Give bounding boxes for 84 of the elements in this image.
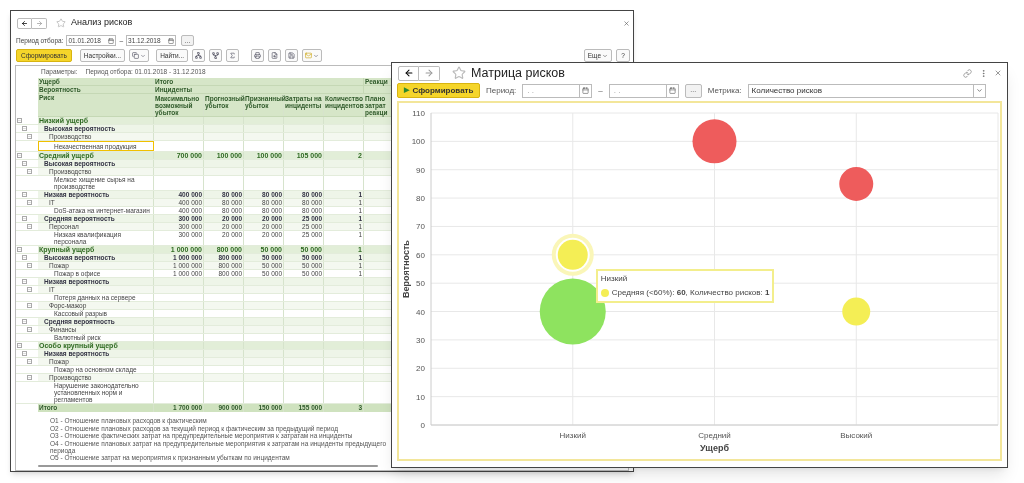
close-icon[interactable] — [994, 69, 1002, 77]
tooltip-title: Низкий — [600, 272, 629, 285]
group-button[interactable] — [192, 49, 206, 62]
copy-menu-button[interactable] — [129, 49, 150, 62]
save-button[interactable] — [285, 49, 299, 62]
window-title: Анализ рисков — [71, 16, 133, 30]
back-button[interactable] — [398, 65, 419, 81]
window-title: Матрица рисков — [471, 64, 565, 82]
preview-icon — [271, 52, 279, 59]
collapse-icon[interactable] — [27, 134, 32, 139]
x-tick-label: Низкий — [559, 431, 586, 440]
y-tick-label: 20 — [416, 364, 425, 374]
collapse-icon[interactable] — [27, 359, 32, 364]
mail-icon — [305, 52, 313, 59]
y-axis-title: Вероятность — [401, 240, 411, 298]
x-tick-label: Средний — [698, 431, 731, 440]
collapse-icon[interactable] — [17, 343, 22, 348]
caret-icon — [140, 52, 147, 59]
collapse-icon[interactable] — [27, 224, 32, 229]
ungroup-button[interactable] — [209, 49, 223, 62]
collapse-icon[interactable] — [22, 126, 27, 131]
star-icon[interactable] — [56, 18, 66, 28]
collapse-icon[interactable] — [22, 279, 27, 284]
horizontal-scrollbar[interactable] — [38, 465, 378, 467]
sigma-icon — [229, 52, 237, 59]
print-button[interactable] — [251, 49, 265, 62]
collapse-icon[interactable] — [22, 216, 27, 221]
collapse-icon[interactable] — [27, 169, 32, 174]
y-tick-label: 50 — [416, 279, 425, 289]
calendar-icon — [582, 87, 590, 94]
x-tick-label: Высокий — [840, 431, 873, 440]
calendar-icon — [108, 37, 115, 44]
period-label: Период: — [486, 84, 517, 97]
y-tick-label: 10 — [416, 392, 425, 402]
sum-button[interactable] — [226, 49, 240, 62]
collapse-icon[interactable] — [27, 263, 32, 268]
collapse-icon[interactable] — [27, 303, 32, 308]
mail-menu-button[interactable] — [302, 49, 323, 62]
star-icon[interactable] — [452, 66, 466, 80]
caret-icon — [975, 87, 983, 94]
y-tick-label: 80 — [416, 194, 425, 204]
collapse-icon[interactable] — [17, 153, 22, 158]
save-icon — [288, 52, 296, 59]
arrow-right-icon — [35, 19, 43, 27]
collapse-icon[interactable] — [17, 118, 22, 123]
copy-icon — [132, 52, 140, 59]
preview-button[interactable] — [268, 49, 282, 62]
caret-icon — [313, 52, 320, 59]
y-tick-label: 90 — [416, 165, 425, 175]
x-axis-title: Ущерб — [700, 443, 729, 453]
y-tick-label: 70 — [416, 222, 425, 232]
collapse-icon[interactable] — [27, 327, 32, 332]
collapse-icon[interactable] — [17, 247, 22, 252]
collapse-icon[interactable] — [27, 375, 32, 380]
arrow-left-icon — [21, 19, 28, 27]
back-button[interactable] — [17, 17, 32, 29]
calendar-icon — [168, 37, 175, 44]
dash: – — [598, 84, 603, 97]
collapse-icon[interactable] — [22, 192, 27, 197]
collapse-icon[interactable] — [22, 255, 27, 260]
collapse-icon[interactable] — [22, 319, 27, 324]
collapse-icon[interactable] — [27, 287, 32, 292]
printer-icon — [254, 52, 262, 59]
y-tick-label: 0 — [420, 421, 425, 430]
collapse-icon[interactable] — [27, 200, 32, 205]
more-icon[interactable] — [979, 68, 988, 78]
close-icon[interactable] — [623, 19, 630, 27]
y-tick-label: 100 — [411, 137, 425, 147]
arrow-left-icon — [403, 68, 414, 78]
y-tick-label: 110 — [412, 109, 425, 118]
hierarchy-icon — [212, 52, 220, 59]
link-icon[interactable] — [963, 68, 972, 78]
collapse-icon[interactable] — [22, 351, 27, 356]
metric-label: Метрика: — [707, 84, 742, 97]
caret-icon — [602, 52, 608, 59]
hierarchy-icon — [195, 52, 203, 59]
collapse-icon[interactable] — [22, 161, 27, 166]
y-tick-label: 30 — [416, 335, 425, 345]
y-tick-label: 60 — [416, 250, 425, 260]
arrow-right-icon — [424, 68, 434, 78]
metric-select[interactable]: Количество рисков — [747, 83, 986, 98]
y-tick-label: 40 — [416, 307, 425, 317]
calendar-icon — [668, 87, 676, 94]
tooltip-text: Средняя (<60%): 60, Количество рисков: 1 — [611, 286, 770, 299]
